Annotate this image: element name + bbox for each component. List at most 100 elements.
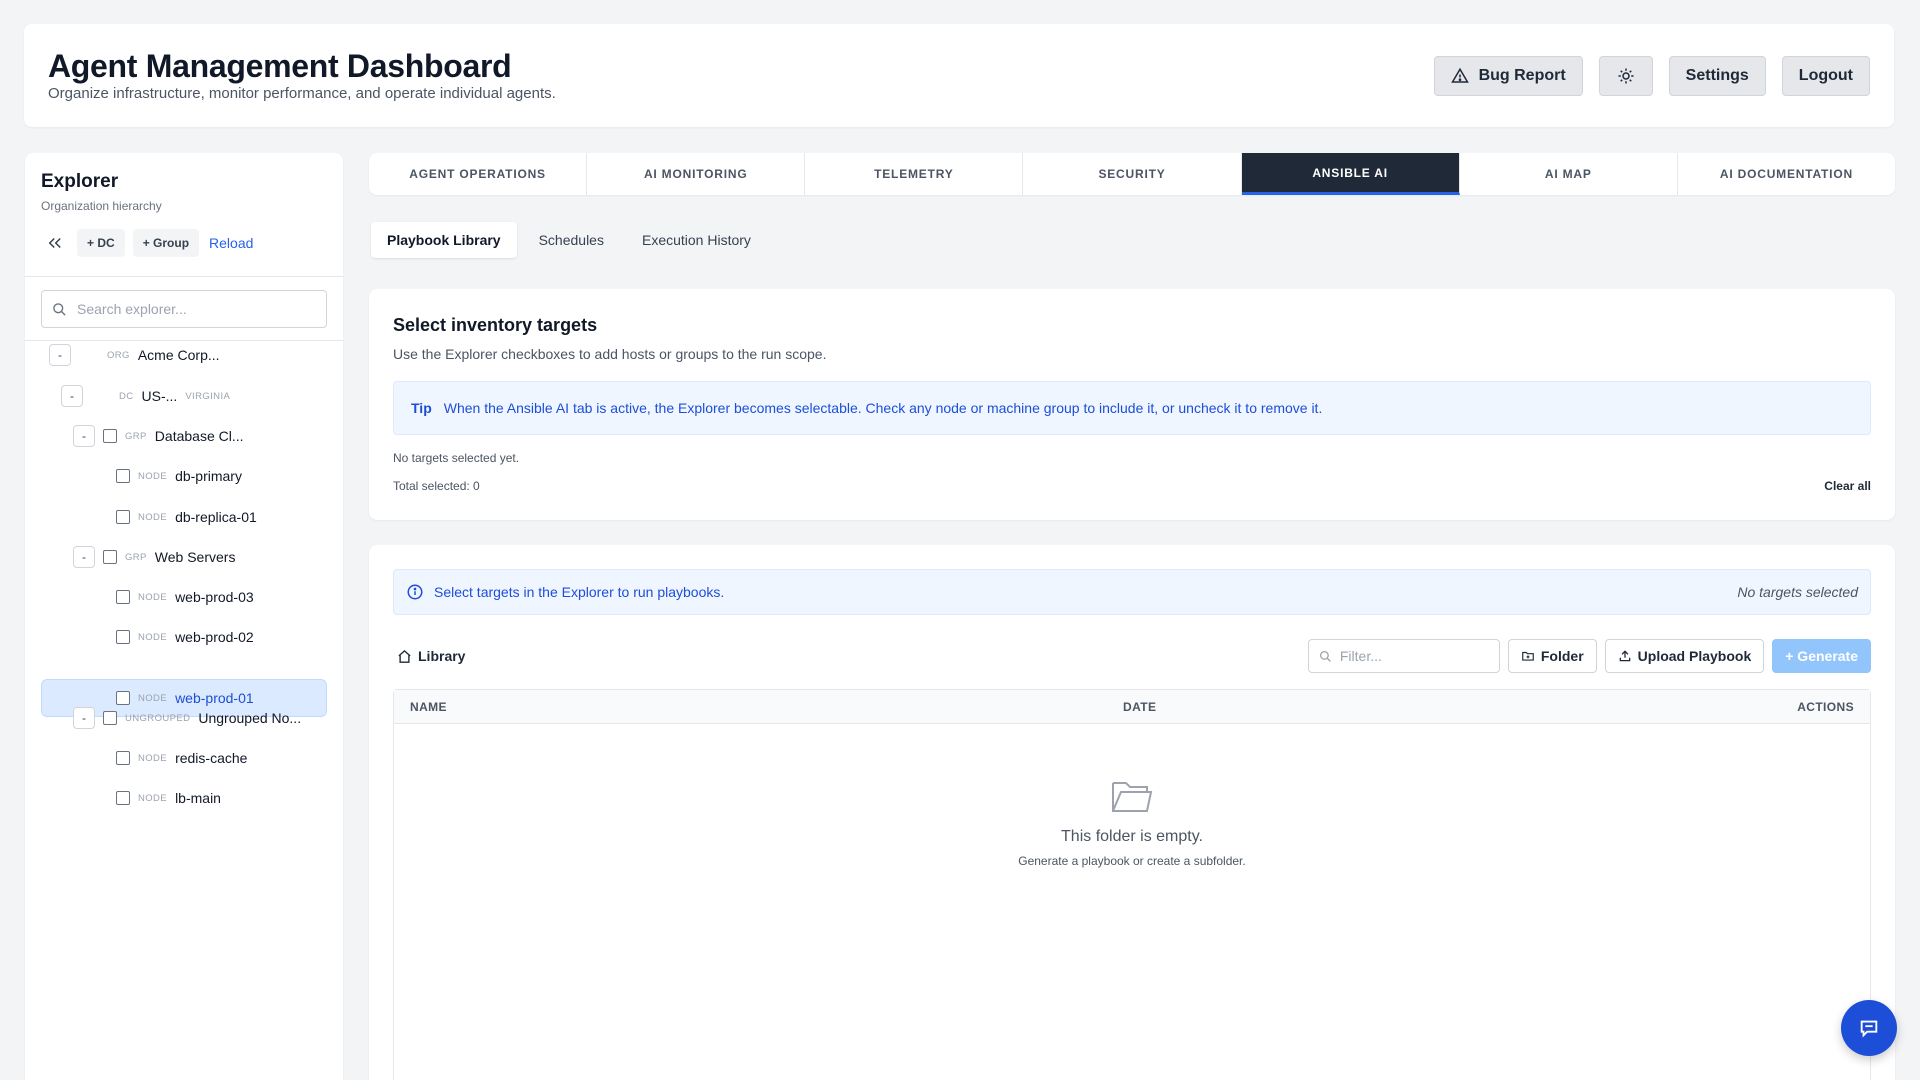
node-type-tag: GRP (125, 430, 147, 442)
tab-security[interactable]: SECURITY (1023, 153, 1242, 195)
main-tabs: AGENT OPERATIONS AI MONITORING TELEMETRY… (369, 153, 1895, 195)
tab-ai-documentation[interactable]: AI DOCUMENTATION (1678, 153, 1895, 195)
tree-item-node[interactable]: NODE db-replica-01 (116, 498, 257, 536)
new-folder-button[interactable]: Folder (1507, 639, 1597, 673)
folder-plus-icon (1522, 651, 1534, 661)
collapse-toggle[interactable]: - (73, 546, 95, 568)
clear-all-button[interactable]: Clear all (1824, 479, 1871, 493)
tab-ai-monitoring[interactable]: AI MONITORING (587, 153, 806, 195)
column-header-date[interactable]: DATE (1123, 700, 1156, 714)
subtab-schedules[interactable]: Schedules (523, 222, 620, 258)
tree-item-node[interactable]: NODE lb-main (116, 779, 221, 817)
logout-button[interactable]: Logout (1781, 56, 1870, 96)
tab-agent-operations[interactable]: AGENT OPERATIONS (369, 153, 588, 195)
node-type-tag: NODE (138, 591, 168, 603)
node-type-tag: NODE (138, 792, 168, 804)
upload-playbook-button[interactable]: Upload Playbook (1604, 639, 1765, 673)
tip-box: Tip When the Ansible AI tab is active, t… (393, 381, 1871, 435)
node-type-tag: NODE (138, 752, 168, 764)
select-checkbox[interactable] (103, 711, 117, 725)
explorer-subtitle: Organization hierarchy (41, 199, 162, 213)
node-type-tag: UNGROUPED (125, 712, 191, 724)
bug-report-button[interactable]: Bug Report (1433, 56, 1583, 96)
select-checkbox[interactable] (103, 550, 117, 564)
tree-item-label: redis-cache (175, 750, 248, 766)
total-selected-text: Total selected: 0 (393, 479, 480, 493)
generate-button[interactable]: + Generate (1772, 639, 1871, 673)
select-checkbox[interactable] (116, 590, 130, 604)
no-targets-text: No targets selected yet. (393, 451, 520, 465)
collapse-toggle[interactable]: - (61, 385, 83, 407)
tree-item-group[interactable]: - GRP Web Servers (73, 538, 235, 576)
explorer-search-input[interactable]: Search explorer... (41, 290, 327, 328)
subtab-playbook-library[interactable]: Playbook Library (371, 222, 517, 258)
tree-item-org[interactable]: - ORG Acme Corp... (49, 336, 220, 374)
settings-button[interactable]: Settings (1668, 56, 1766, 96)
playbook-table: NAME DATE ACTIONS This folder is empty. … (393, 689, 1871, 1080)
add-dc-button[interactable]: + DC (77, 229, 125, 257)
select-checkbox[interactable] (116, 630, 130, 644)
select-checkbox[interactable] (116, 469, 130, 483)
tree-item-label: Web Servers (154, 549, 236, 565)
double-chevron-left-icon (48, 237, 61, 249)
select-checkbox[interactable] (116, 791, 130, 805)
tree-item-node[interactable]: NODE web-prod-02 (116, 618, 254, 656)
tree-item-group[interactable]: - UNGROUPED Ungrouped No... (73, 699, 301, 737)
reload-link[interactable]: Reload (209, 235, 253, 251)
chat-button[interactable] (1841, 1000, 1897, 1056)
tree-item-label: US-... (141, 388, 178, 404)
chat-icon (1860, 1020, 1878, 1038)
explorer-toolbar: + DC + Group Reload (41, 229, 253, 257)
node-type-tag: DC (119, 390, 134, 402)
tree-item-dc[interactable]: - DC US-... VIRGINIA (61, 377, 230, 415)
warning-icon (1450, 67, 1469, 83)
tree-item-node[interactable]: NODE web-prod-03 (116, 578, 254, 616)
column-header-actions: ACTIONS (1797, 700, 1854, 714)
upload-icon (1619, 650, 1630, 662)
tab-ansible-ai[interactable]: ANSIBLE AI (1241, 153, 1460, 195)
tab-ai-map[interactable]: AI MAP (1460, 153, 1678, 195)
targets-status: No targets selected (1737, 584, 1858, 600)
info-banner: Select targets in the Explorer to run pl… (393, 569, 1871, 615)
column-header-name[interactable]: NAME (410, 700, 447, 714)
tree-item-label: web-prod-03 (175, 589, 254, 605)
collapse-toggle[interactable]: - (49, 344, 71, 366)
filter-input[interactable]: Filter... (1307, 639, 1500, 673)
location-tag: VIRGINIA (185, 390, 231, 402)
select-checkbox[interactable] (103, 429, 117, 443)
add-group-button[interactable]: + Group (132, 229, 200, 257)
tree-item-node[interactable]: NODE redis-cache (116, 739, 247, 777)
node-type-tag: ORG (107, 349, 130, 361)
tree-item-label: Database Cl... (154, 428, 244, 444)
tree-item-label: lb-main (175, 790, 221, 806)
theme-toggle-button[interactable] (1598, 56, 1653, 96)
folder-open-icon (1112, 782, 1153, 812)
tree-item-label: Ungrouped No... (198, 710, 302, 726)
library-breadcrumb[interactable]: Library (397, 648, 465, 664)
collapse-toggle[interactable]: - (73, 707, 95, 729)
tree-item-label: db-replica-01 (175, 509, 257, 525)
playbook-library-card: Select targets in the Explorer to run pl… (369, 545, 1895, 1080)
node-type-tag: GRP (125, 551, 147, 563)
inventory-description: Use the Explorer checkboxes to add hosts… (393, 346, 827, 362)
select-checkbox[interactable] (116, 751, 130, 765)
explorer-sidebar: Explorer Organization hierarchy + DC + G… (25, 153, 343, 1080)
search-icon (53, 302, 66, 316)
library-actions: Filter... Folder Upload Playbook + Gener… (1307, 639, 1871, 673)
select-checkbox[interactable] (116, 510, 130, 524)
tree-item-node[interactable]: NODE db-primary (116, 457, 242, 495)
tree-item-group[interactable]: - GRP Database Cl... (73, 417, 244, 455)
collapse-sidebar-button[interactable] (41, 229, 69, 257)
bug-report-label: Bug Report (1478, 67, 1566, 84)
inventory-title: Select inventory targets (393, 315, 598, 335)
upload-button-label: Upload Playbook (1637, 648, 1752, 664)
collapse-toggle[interactable]: - (73, 425, 95, 447)
tab-telemetry[interactable]: TELEMETRY (805, 153, 1024, 195)
table-header: NAME DATE ACTIONS (394, 690, 1870, 724)
sun-icon (1618, 68, 1634, 84)
home-icon (398, 649, 411, 663)
library-toolbar: Library Filter... Folder Upload Playbook… (393, 639, 1871, 675)
empty-title: This folder is empty. (1061, 828, 1203, 845)
tree-item-label: db-primary (175, 468, 242, 484)
subtab-execution-history[interactable]: Execution History (626, 222, 767, 258)
